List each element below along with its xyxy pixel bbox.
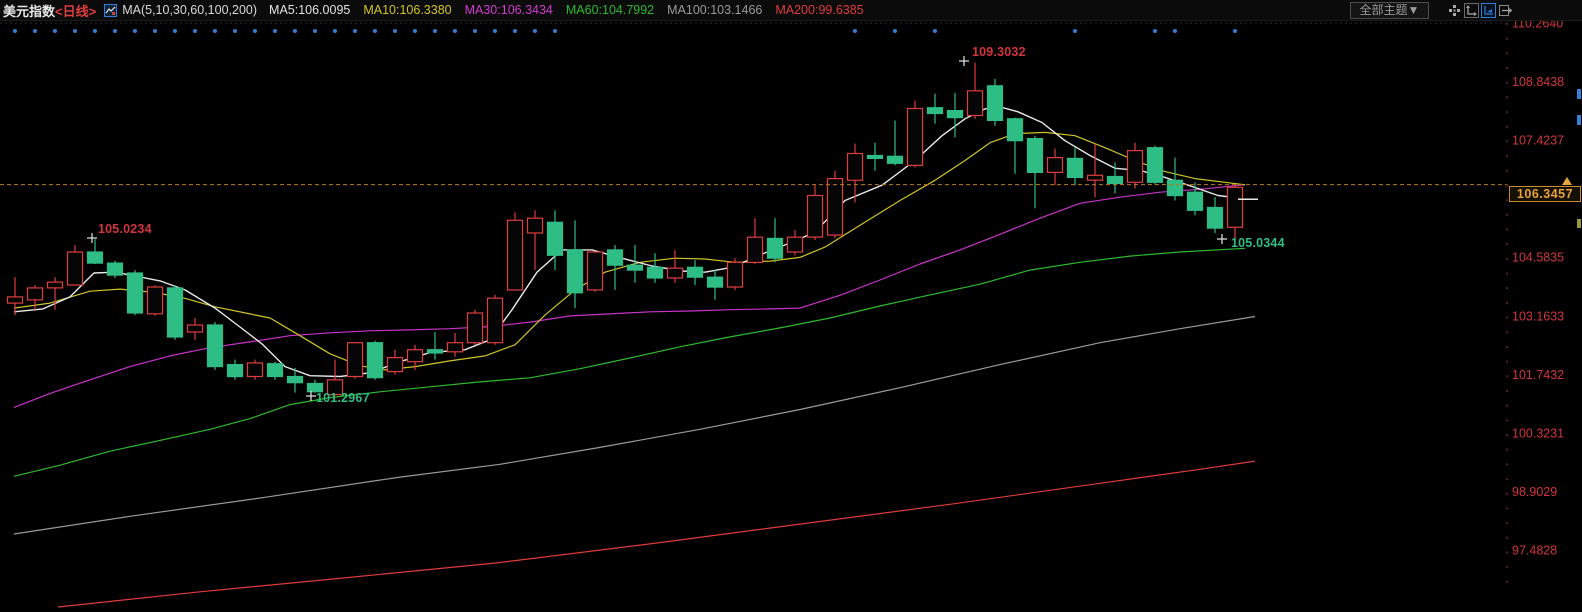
svg-text:103.1633: 103.1633 bbox=[1512, 309, 1564, 323]
ma200-value: MA200:99.6385 bbox=[775, 3, 863, 17]
high-annotation-1: 105.0234 bbox=[98, 222, 152, 236]
ma-line-ma5 bbox=[14, 107, 1242, 377]
axis-minor-ticks bbox=[1506, 23, 1508, 583]
ma60-value: MA60:104.7992 bbox=[566, 3, 654, 17]
ma30-value: MA30:106.3434 bbox=[465, 3, 553, 17]
svg-text:104.5835: 104.5835 bbox=[1512, 251, 1564, 265]
ma100-value: MA100:103.1466 bbox=[667, 3, 762, 17]
y-axis-labels: 110.2640108.8438107.4237104.5835103.1633… bbox=[1512, 17, 1564, 558]
ma-lines bbox=[14, 107, 1255, 607]
candles bbox=[8, 63, 1243, 396]
edge-marks bbox=[1577, 89, 1581, 228]
axis-scale-icon-active[interactable] bbox=[1481, 3, 1496, 18]
ma10-value: MA10:106.3380 bbox=[363, 3, 451, 17]
high-annotation-2: 109.3032 bbox=[972, 45, 1026, 59]
symbol-name: 美元指数 bbox=[3, 1, 55, 20]
ma-line-ma200 bbox=[58, 461, 1255, 607]
current-price-label: 106.3457 bbox=[1509, 186, 1581, 202]
chart-toolbar: 美元指数<日线> MA(5,10,30,60,100,200) MA5:106.… bbox=[0, 0, 1582, 21]
ma-indicator-label: MA(5,10,30,60,100,200) bbox=[122, 3, 257, 17]
mini-line-chart-icon[interactable] bbox=[104, 4, 117, 17]
low-annotation-2: 105.0344 bbox=[1231, 236, 1285, 250]
candlestick-chart-canvas: 110.2640108.8438107.4237104.5835103.1633… bbox=[0, 0, 1582, 612]
ma5-value: MA5:106.0095 bbox=[269, 3, 350, 17]
ma-line-ma30 bbox=[14, 185, 1245, 408]
period-tag: <日线> bbox=[55, 1, 96, 20]
svg-text:108.8438: 108.8438 bbox=[1512, 75, 1564, 89]
toolbar-icon-group bbox=[1447, 3, 1515, 18]
price-up-arrow-icon bbox=[1562, 177, 1572, 185]
layout-grid-icon[interactable] bbox=[1447, 3, 1462, 18]
pan-right-icon[interactable] bbox=[1498, 3, 1513, 18]
trading-app-window: 110.2640108.8438107.4237104.5835103.1633… bbox=[0, 0, 1582, 612]
svg-text:97.4828: 97.4828 bbox=[1512, 544, 1557, 558]
svg-text:101.7432: 101.7432 bbox=[1512, 368, 1564, 382]
svg-text:107.4237: 107.4237 bbox=[1512, 134, 1564, 148]
low-annotation-1: 101.2967 bbox=[316, 391, 370, 405]
extreme-cross-markers bbox=[87, 56, 1227, 401]
theme-dropdown[interactable]: 全部主题▼ bbox=[1350, 2, 1429, 19]
svg-text:100.3231: 100.3231 bbox=[1512, 426, 1564, 440]
axis-fit-icon[interactable] bbox=[1464, 3, 1479, 18]
event-dots bbox=[13, 29, 1237, 33]
svg-text:98.9029: 98.9029 bbox=[1512, 485, 1557, 499]
